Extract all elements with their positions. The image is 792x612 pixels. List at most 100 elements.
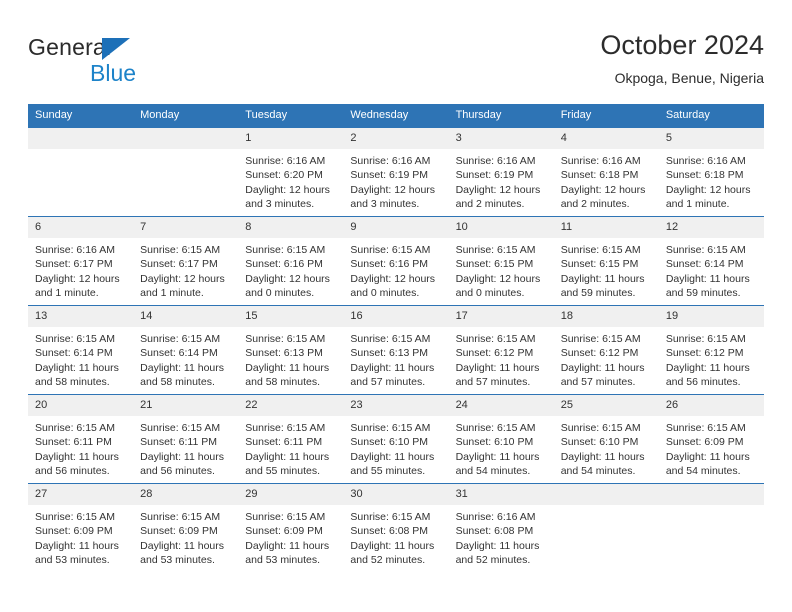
day-number: 28 xyxy=(133,484,239,505)
daylight-text: Daylight: 11 hours and 54 minutes. xyxy=(665,450,750,478)
sunrise-text: Sunrise: 6:15 AM xyxy=(665,244,746,256)
calendar-day-cell[interactable]: 9 Sunrise: 6:15 AM Sunset: 6:16 PM Dayli… xyxy=(343,216,449,306)
day-details: Sunrise: 6:15 AM Sunset: 6:17 PM Dayligh… xyxy=(133,238,238,301)
weekday-header-sunday: Sunday xyxy=(28,104,134,128)
sunset-text: Sunset: 6:15 PM xyxy=(455,258,534,271)
day-number: 5 xyxy=(658,128,764,149)
calendar-day-cell[interactable]: 6 Sunrise: 6:16 AM Sunset: 6:17 PM Dayli… xyxy=(28,216,134,306)
calendar-day-cell[interactable]: 12 Sunrise: 6:15 AM Sunset: 6:14 PM Dayl… xyxy=(658,216,764,306)
sunrise-text: Sunrise: 6:15 AM xyxy=(245,422,326,434)
sunrise-text: Sunrise: 6:15 AM xyxy=(665,333,746,345)
calendar-day-cell[interactable]: 28 Sunrise: 6:15 AM Sunset: 6:09 PM Dayl… xyxy=(133,483,239,572)
day-number: 20 xyxy=(28,395,134,416)
daylight-text: Daylight: 11 hours and 58 minutes. xyxy=(245,361,330,389)
calendar-day-cell[interactable]: 11 Sunrise: 6:15 AM Sunset: 6:15 PM Dayl… xyxy=(553,216,659,306)
calendar-page: General Blue October 2024 Okpoga, Benue,… xyxy=(0,0,792,612)
calendar-day-cell[interactable]: 27 Sunrise: 6:15 AM Sunset: 6:09 PM Dayl… xyxy=(28,483,134,572)
calendar-day-cell[interactable] xyxy=(28,127,134,217)
day-number: 14 xyxy=(133,306,239,327)
day-number: 17 xyxy=(448,306,554,327)
sunset-text: Sunset: 6:14 PM xyxy=(140,347,218,360)
calendar-day-cell[interactable]: 14 Sunrise: 6:15 AM Sunset: 6:14 PM Dayl… xyxy=(133,305,239,395)
daylight-text: Daylight: 11 hours and 53 minutes. xyxy=(140,539,224,567)
calendar-day-cell[interactable]: 18 Sunrise: 6:15 AM Sunset: 6:12 PM Dayl… xyxy=(553,305,659,395)
day-details: Sunrise: 6:16 AM Sunset: 6:18 PM Dayligh… xyxy=(659,149,764,212)
calendar-day-cell[interactable]: 3 Sunrise: 6:16 AM Sunset: 6:19 PM Dayli… xyxy=(448,127,554,217)
calendar-day-cell[interactable]: 30 Sunrise: 6:15 AM Sunset: 6:08 PM Dayl… xyxy=(343,483,449,572)
calendar-day-cell[interactable]: 8 Sunrise: 6:15 AM Sunset: 6:16 PM Dayli… xyxy=(238,216,344,306)
day-details: Sunrise: 6:15 AM Sunset: 6:14 PM Dayligh… xyxy=(28,327,133,390)
sunset-text: Sunset: 6:14 PM xyxy=(665,258,744,271)
day-number: 31 xyxy=(448,484,554,505)
day-details: Sunrise: 6:16 AM Sunset: 6:18 PM Dayligh… xyxy=(554,149,659,212)
calendar-day-cell[interactable]: 1 Sunrise: 6:16 AM Sunset: 6:20 PM Dayli… xyxy=(238,127,344,217)
sunset-text: Sunset: 6:18 PM xyxy=(665,169,744,182)
calendar-day-cell[interactable]: 20 Sunrise: 6:15 AM Sunset: 6:11 PM Dayl… xyxy=(28,394,134,484)
sunset-text: Sunset: 6:20 PM xyxy=(245,169,323,182)
daylight-text: Daylight: 12 hours and 2 minutes. xyxy=(560,183,646,211)
sunset-text: Sunset: 6:08 PM xyxy=(350,525,429,538)
calendar-day-cell[interactable]: 5 Sunrise: 6:16 AM Sunset: 6:18 PM Dayli… xyxy=(658,127,764,217)
calendar-day-cell[interactable]: 23 Sunrise: 6:15 AM Sunset: 6:10 PM Dayl… xyxy=(343,394,449,484)
sunrise-text: Sunrise: 6:15 AM xyxy=(350,422,431,434)
calendar-day-cell[interactable]: 26 Sunrise: 6:15 AM Sunset: 6:09 PM Dayl… xyxy=(658,394,764,484)
calendar-body: 1 Sunrise: 6:16 AM Sunset: 6:20 PM Dayli… xyxy=(28,127,764,572)
calendar-day-cell[interactable]: 16 Sunrise: 6:15 AM Sunset: 6:13 PM Dayl… xyxy=(343,305,449,395)
calendar-day-cell[interactable]: 4 Sunrise: 6:16 AM Sunset: 6:18 PM Dayli… xyxy=(553,127,659,217)
day-number: 19 xyxy=(658,306,764,327)
calendar-day-cell[interactable]: 15 Sunrise: 6:15 AM Sunset: 6:13 PM Dayl… xyxy=(238,305,344,395)
day-details: Sunrise: 6:15 AM Sunset: 6:11 PM Dayligh… xyxy=(133,416,238,479)
sunrise-text: Sunrise: 6:16 AM xyxy=(560,155,641,167)
sunrise-text: Sunrise: 6:15 AM xyxy=(35,422,115,434)
daylight-text: Daylight: 11 hours and 52 minutes. xyxy=(350,539,435,567)
day-details: Sunrise: 6:16 AM Sunset: 6:19 PM Dayligh… xyxy=(343,149,448,212)
daylight-text: Daylight: 12 hours and 0 minutes. xyxy=(245,272,330,300)
sunset-text: Sunset: 6:19 PM xyxy=(455,169,534,182)
calendar-day-cell[interactable]: 19 Sunrise: 6:15 AM Sunset: 6:12 PM Dayl… xyxy=(658,305,764,395)
calendar-day-cell[interactable]: 17 Sunrise: 6:15 AM Sunset: 6:12 PM Dayl… xyxy=(448,305,554,395)
day-number: 4 xyxy=(553,128,659,149)
calendar-day-cell[interactable] xyxy=(553,483,659,572)
daylight-text: Daylight: 11 hours and 57 minutes. xyxy=(455,361,540,389)
sunset-text: Sunset: 6:19 PM xyxy=(350,169,429,182)
calendar-day-cell[interactable]: 2 Sunrise: 6:16 AM Sunset: 6:19 PM Dayli… xyxy=(343,127,449,217)
calendar-day-cell[interactable]: 25 Sunrise: 6:15 AM Sunset: 6:10 PM Dayl… xyxy=(553,394,659,484)
day-number: 15 xyxy=(238,306,344,327)
calendar-week-row: 13 Sunrise: 6:15 AM Sunset: 6:14 PM Dayl… xyxy=(28,305,764,395)
calendar-grid: Sunday Monday Tuesday Wednesday Thursday… xyxy=(28,104,764,572)
day-number: 2 xyxy=(343,128,449,149)
daylight-text: Daylight: 11 hours and 57 minutes. xyxy=(560,361,645,389)
calendar-day-cell[interactable] xyxy=(133,127,239,217)
calendar-day-cell[interactable]: 21 Sunrise: 6:15 AM Sunset: 6:11 PM Dayl… xyxy=(133,394,239,484)
daylight-text: Daylight: 12 hours and 3 minutes. xyxy=(350,183,436,211)
daylight-text: Daylight: 11 hours and 55 minutes. xyxy=(245,450,330,478)
day-number: 7 xyxy=(133,217,239,238)
sunrise-text: Sunrise: 6:15 AM xyxy=(35,511,115,523)
calendar-day-cell[interactable]: 24 Sunrise: 6:15 AM Sunset: 6:10 PM Dayl… xyxy=(448,394,554,484)
day-number: 11 xyxy=(553,217,659,238)
daylight-text: Daylight: 11 hours and 58 minutes. xyxy=(35,361,119,389)
sunrise-text: Sunrise: 6:16 AM xyxy=(245,155,326,167)
daylight-text: Daylight: 11 hours and 56 minutes. xyxy=(35,450,119,478)
calendar-day-cell[interactable] xyxy=(658,483,764,572)
sunrise-text: Sunrise: 6:16 AM xyxy=(35,244,115,256)
page-subtitle: Okpoga, Benue, Nigeria xyxy=(614,70,764,86)
day-number: 22 xyxy=(238,395,344,416)
sunrise-text: Sunrise: 6:15 AM xyxy=(35,333,115,345)
day-number: 18 xyxy=(553,306,659,327)
day-details: Sunrise: 6:15 AM Sunset: 6:15 PM Dayligh… xyxy=(554,238,659,301)
calendar-week-row: 27 Sunrise: 6:15 AM Sunset: 6:09 PM Dayl… xyxy=(28,483,764,572)
calendar-day-cell[interactable]: 22 Sunrise: 6:15 AM Sunset: 6:11 PM Dayl… xyxy=(238,394,344,484)
day-number xyxy=(133,128,239,149)
day-details: Sunrise: 6:15 AM Sunset: 6:15 PM Dayligh… xyxy=(449,238,554,301)
sunrise-text: Sunrise: 6:15 AM xyxy=(140,244,221,256)
calendar-day-cell[interactable]: 7 Sunrise: 6:15 AM Sunset: 6:17 PM Dayli… xyxy=(133,216,239,306)
sunrise-text: Sunrise: 6:15 AM xyxy=(350,244,431,256)
calendar-day-cell[interactable]: 31 Sunrise: 6:16 AM Sunset: 6:08 PM Dayl… xyxy=(448,483,554,572)
daylight-text: Daylight: 12 hours and 1 minute. xyxy=(140,272,225,300)
sunrise-text: Sunrise: 6:15 AM xyxy=(560,244,641,256)
calendar-day-cell[interactable]: 13 Sunrise: 6:15 AM Sunset: 6:14 PM Dayl… xyxy=(28,305,134,395)
calendar-day-cell[interactable]: 29 Sunrise: 6:15 AM Sunset: 6:09 PM Dayl… xyxy=(238,483,344,572)
title-block: October 2024 Okpoga, Benue, Nigeria xyxy=(600,28,764,88)
calendar-day-cell[interactable]: 10 Sunrise: 6:15 AM Sunset: 6:15 PM Dayl… xyxy=(448,216,554,306)
